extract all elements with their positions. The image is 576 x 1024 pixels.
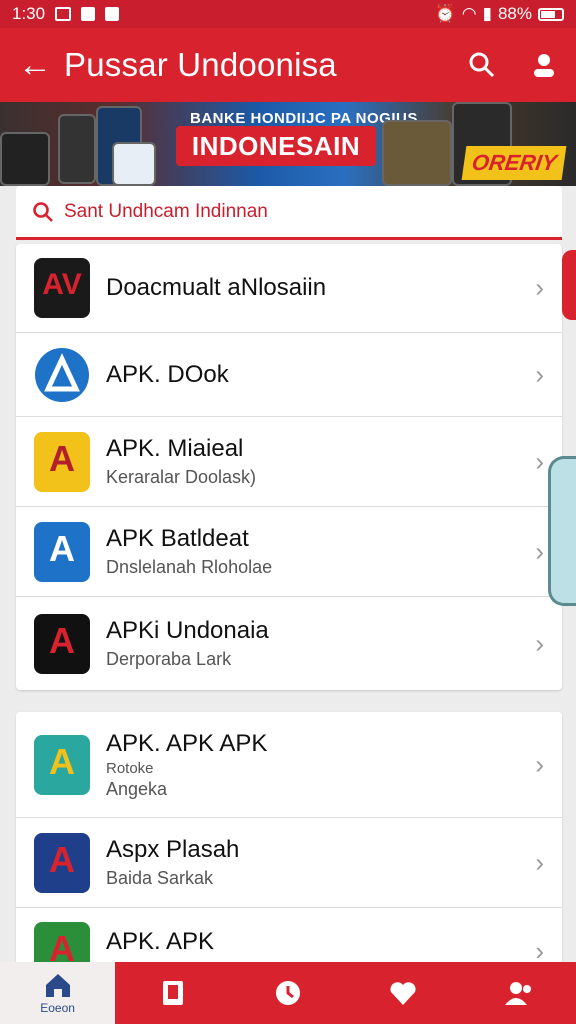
dark-av-icon: AV xyxy=(34,258,90,318)
black-a-icon: A xyxy=(34,613,90,674)
user-icon xyxy=(505,982,532,1005)
app-list-primary: AV Doacmualt aNlosaiin › APK. DOok › A A… xyxy=(16,244,562,690)
book-icon xyxy=(162,981,183,1005)
list-item-subtitle: Keraralar Doolask) xyxy=(106,467,257,487)
chevron-right-icon: › xyxy=(535,272,544,303)
list-item[interactable]: A APKi Undonaia Derporaba Lark › xyxy=(16,597,562,690)
nav-favorites[interactable] xyxy=(346,962,461,1024)
home-icon xyxy=(45,974,70,997)
green-a-icon: A xyxy=(34,922,90,962)
device-image-2 xyxy=(112,142,156,186)
gadget-image xyxy=(382,120,452,186)
list-item-title: APK. Miaieal xyxy=(106,435,244,462)
chevron-right-icon: › xyxy=(535,628,544,658)
list-item-title: APK. DOok xyxy=(106,360,229,388)
list-item[interactable]: A APK Batldeat Dnslelanah Rloholae › xyxy=(16,507,562,597)
device-image xyxy=(0,132,50,186)
list-item-subtitle-2: Angeka xyxy=(106,778,168,799)
list-item-subtitle: Dnslelanah Rloholae xyxy=(106,557,273,577)
list-item[interactable]: APK. DOok › xyxy=(16,333,562,417)
page-title: Pussar Undoonisa xyxy=(64,46,337,83)
nav-home[interactable]: Eoeon xyxy=(0,962,116,1024)
list-item-title: APK. APK APK xyxy=(106,729,268,757)
nav-library[interactable] xyxy=(115,962,230,1024)
search-icon[interactable] xyxy=(468,51,496,79)
app-list-secondary: A APK. APK APK Rotoke Angeka › A Aspx Pl… xyxy=(16,712,562,962)
chevron-right-icon: › xyxy=(535,536,544,566)
gallery-icon xyxy=(55,7,72,21)
list-item-title: APK. APK xyxy=(106,928,215,955)
battery-level: 88% xyxy=(497,4,532,23)
blue-white-a-icon: A xyxy=(34,521,90,582)
list-item[interactable]: AV Doacmualt aNlosaiin › xyxy=(16,244,562,333)
banner-title: INDONESAIN xyxy=(176,126,376,166)
nav-home-label: Eoeon xyxy=(40,1001,75,1015)
list-item-title: Aspx Plasah xyxy=(106,836,240,863)
list-item[interactable]: A APK. APK APK Rotoke Angeka › xyxy=(16,712,562,818)
list-item-subtitle: Baida Sarkak xyxy=(106,868,214,888)
alarm-icon: ⏰ xyxy=(434,4,456,23)
search-input[interactable]: Sant Undhcam Indinnan xyxy=(64,201,268,223)
chevron-right-icon: › xyxy=(535,446,544,476)
chevron-right-icon: › xyxy=(535,749,544,779)
chevron-right-icon: › xyxy=(535,847,544,877)
signal-icon: ▮ xyxy=(482,4,492,23)
list-item-subtitle: Derporaba Lark xyxy=(106,649,232,669)
nav-profile[interactable] xyxy=(461,962,576,1024)
app-bar: ← Pussar Undoonisa xyxy=(0,28,576,102)
blue-a-icon xyxy=(34,344,90,405)
teal-a-icon: A xyxy=(34,734,90,795)
phone-image xyxy=(58,114,96,184)
search-bar[interactable]: Sant Undhcam Indinnan xyxy=(16,186,562,240)
list-item[interactable]: A APK. Miaieal Keraralar Doolask) › xyxy=(16,417,562,507)
account-icon[interactable] xyxy=(530,51,558,79)
back-arrow-icon[interactable]: ← xyxy=(18,48,60,82)
chevron-right-icon: › xyxy=(535,359,544,389)
list-item-title: APK Batldeat xyxy=(106,525,249,552)
list-item-subtitle: Rotoke xyxy=(106,759,154,777)
notification-icon-2 xyxy=(105,7,120,21)
list-item[interactable]: A APK. APK › xyxy=(16,908,562,962)
notification-icon xyxy=(81,7,96,21)
battery-icon xyxy=(538,7,564,21)
heart-icon xyxy=(390,982,416,1005)
wifi-icon: ◠ xyxy=(461,4,477,23)
nav-history[interactable] xyxy=(230,962,345,1024)
yellow-a-icon: A xyxy=(34,431,90,492)
search-icon xyxy=(33,201,53,222)
navy-a-icon: A xyxy=(34,832,90,893)
clock-icon xyxy=(276,981,300,1005)
status-time: 1:30 xyxy=(12,4,46,23)
chevron-right-icon: › xyxy=(535,936,544,962)
promo-banner[interactable]: BANKE HONDIIJC PA NOGIUS INDONESAIN ORER… xyxy=(0,102,576,186)
list-item-title: APKi Undonaia xyxy=(106,617,269,644)
side-panel-tab[interactable] xyxy=(548,456,576,606)
status-bar: 1:30 ⏰ ◠ ▮ 88% xyxy=(0,0,576,28)
list-item-title: Doacmualt aNlosaiin xyxy=(106,274,327,301)
bottom-navigation: Eoeon xyxy=(0,962,576,1024)
list-item[interactable]: A Aspx Plasah Baida Sarkak › xyxy=(16,818,562,908)
edge-handle[interactable] xyxy=(562,250,576,320)
banner-tag: ORERIY xyxy=(461,146,567,180)
